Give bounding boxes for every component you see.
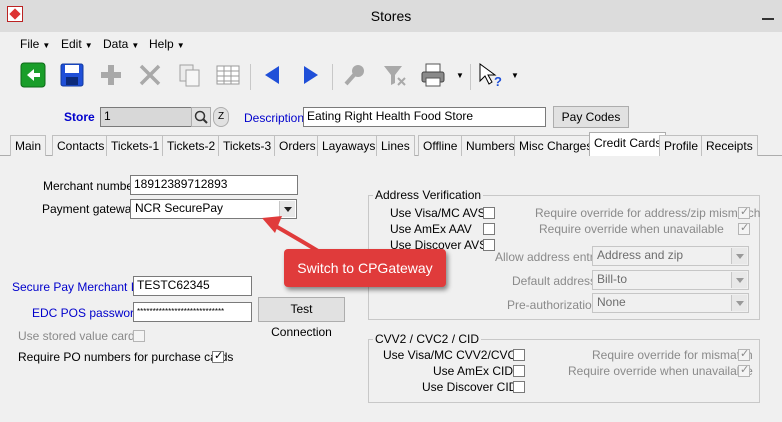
annotation-arrow (262, 216, 320, 253)
annotation-callout: Switch to CPGateway (284, 249, 446, 287)
